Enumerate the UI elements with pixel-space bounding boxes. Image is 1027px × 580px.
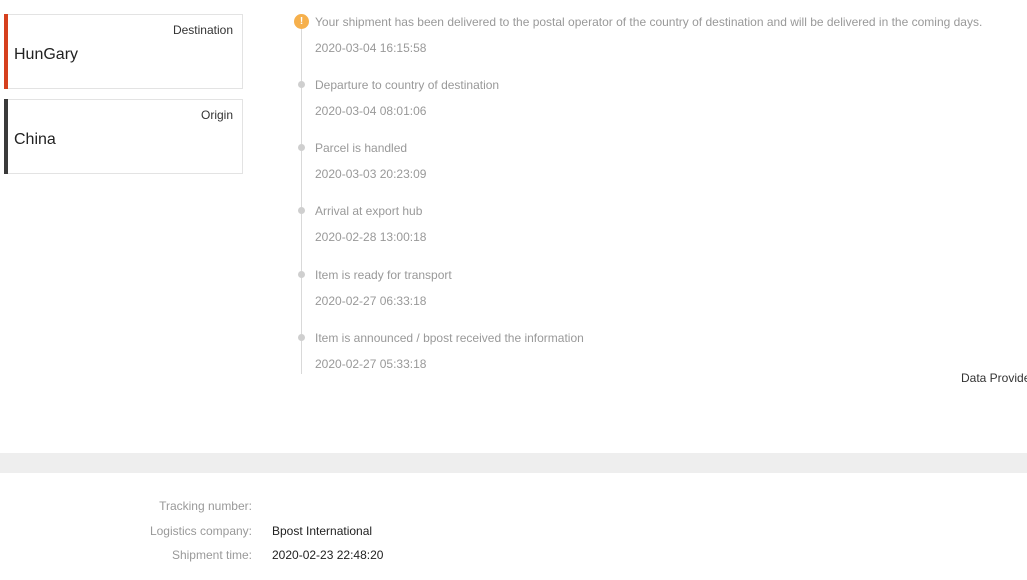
event-time: 2020-03-04 16:15:58 [315, 41, 427, 55]
timeline-dot-icon [298, 144, 305, 151]
event-description: Item is announced / bpost received the i… [315, 331, 584, 345]
timeline-event: Parcel is handled 2020-03-03 20:23:09 [290, 138, 1027, 198]
shipment-details: Tracking number: Logistics company: Bpos… [0, 493, 1027, 567]
timeline-event: ! Your shipment has been delivered to th… [290, 12, 1027, 72]
destination-accent-bar [4, 14, 8, 89]
event-description: Arrival at export hub [315, 204, 423, 218]
section-divider [0, 453, 1027, 473]
event-time: 2020-02-27 06:33:18 [315, 294, 427, 308]
origin-card: Origin China [4, 99, 243, 174]
event-time: 2020-03-04 08:01:06 [315, 104, 427, 118]
timeline-dot-icon [298, 207, 305, 214]
timeline-event: Item is ready for transport 2020-02-27 0… [290, 265, 1027, 325]
origin-country: China [14, 131, 56, 148]
event-time: 2020-02-27 05:33:18 [315, 357, 427, 371]
data-provider-link[interactable]: Data Provide [961, 371, 1027, 385]
timeline-dot-icon [298, 81, 305, 88]
event-description: Your shipment has been delivered to the … [315, 15, 983, 29]
event-description: Item is ready for transport [315, 268, 452, 282]
shipment-time-row: Shipment time: 2020-02-23 22:48:20 [0, 542, 1027, 567]
destination-card: Destination HunGary [4, 14, 243, 89]
shipment-time-label: Shipment time: [171, 548, 252, 562]
timeline-event: Departure to country of destination 2020… [290, 75, 1027, 135]
timeline-event: Item is announced / bpost received the i… [290, 328, 1027, 388]
logistics-company-label: Logistics company: [149, 523, 252, 538]
origin-accent-bar [4, 99, 8, 174]
event-time: 2020-02-28 13:00:18 [315, 230, 427, 244]
shipment-time-value: 2020-02-23 22:48:20 [272, 548, 384, 562]
event-description: Departure to country of destination [315, 78, 500, 92]
event-description: Parcel is handled [315, 141, 408, 155]
destination-country: HunGary [14, 46, 79, 63]
event-time: 2020-03-03 20:23:09 [315, 167, 427, 181]
logistics-company-row: Logistics company: Bpost International [0, 518, 1027, 543]
tracking-page: Destination HunGary Origin China ! Your … [0, 0, 1027, 580]
logistics-company-value: Bpost International [272, 523, 373, 538]
origin-label: Origin [200, 108, 233, 122]
timeline-event: Arrival at export hub 2020-02-28 13:00:1… [290, 201, 1027, 261]
tracking-number-row: Tracking number: [0, 493, 1027, 518]
timeline-dot-icon [298, 271, 305, 278]
destination-label: Destination [172, 23, 233, 37]
tracking-number-label: Tracking number: [159, 499, 252, 513]
tracking-timeline: ! Your shipment has been delivered to th… [290, 12, 1027, 382]
timeline-dot-icon [298, 334, 305, 341]
latest-status-icon: ! [294, 14, 309, 29]
